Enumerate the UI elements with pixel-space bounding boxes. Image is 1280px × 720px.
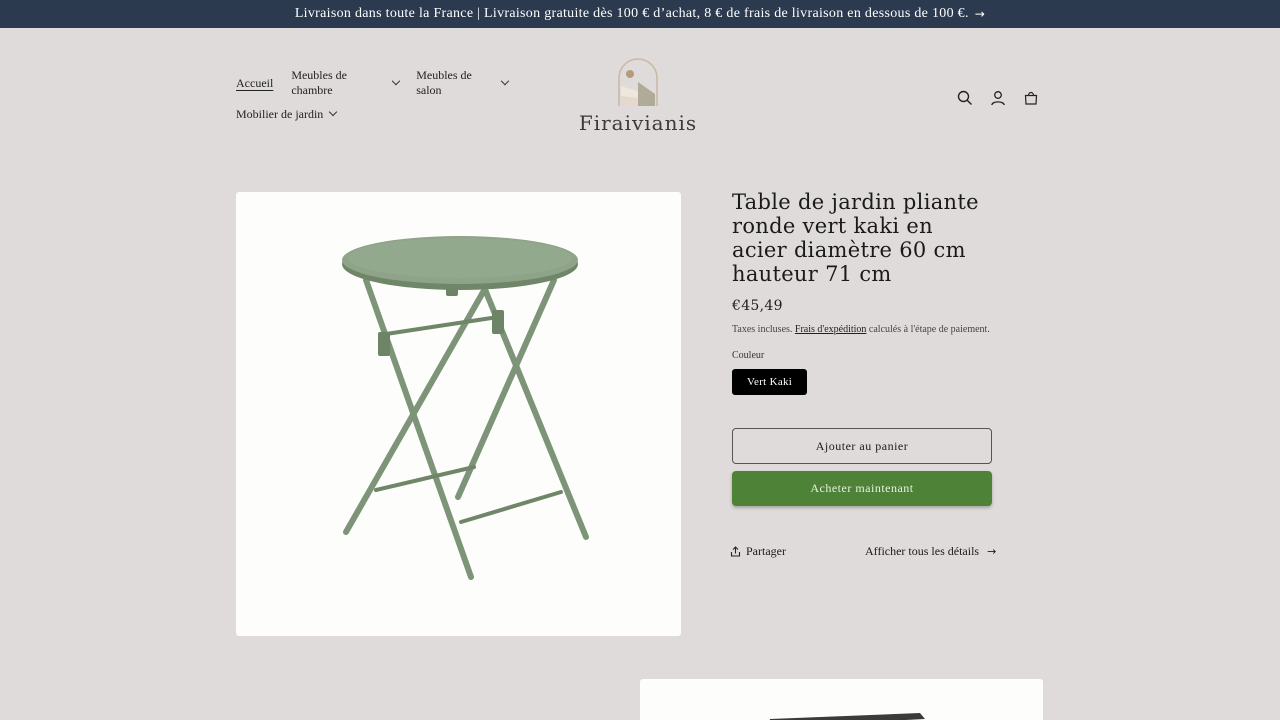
chevron-down-icon <box>391 76 400 86</box>
arrow-right-icon: → <box>987 545 997 558</box>
main-nav: Accueil Meubles de chambre Meubles de sa… <box>236 68 526 132</box>
product-info: Table de jardin pliante ronde vert kaki … <box>732 190 994 395</box>
announcement-bar[interactable]: Livraison dans toute la France | Livrais… <box>0 0 1280 28</box>
nav-item-mobilier-de-jardin[interactable]: Mobilier de jardin <box>236 106 338 122</box>
nav-item-label: Mobilier de jardin <box>236 106 324 121</box>
logo-mark-icon <box>616 58 660 108</box>
search-icon[interactable] <box>955 88 975 108</box>
chevron-down-icon <box>501 76 510 86</box>
nav-item-label: Accueil <box>236 75 274 90</box>
color-option-vert-kaki[interactable]: Vert Kaki <box>732 369 808 395</box>
header-icons <box>955 88 1054 108</box>
logo-text: Firaivianis <box>578 111 698 135</box>
product-image[interactable] <box>236 192 681 636</box>
tax-prefix: Taxes incluses. <box>732 324 793 335</box>
details-label: Afficher tous les détails <box>865 544 980 558</box>
share-icon <box>730 546 741 557</box>
add-to-cart-button[interactable]: Ajouter au panier <box>732 428 992 464</box>
account-icon[interactable] <box>988 88 1008 108</box>
announcement-text: Livraison dans toute la France | Livrais… <box>294 6 969 21</box>
nav-item-accueil[interactable]: Accueil <box>236 76 273 91</box>
view-details-link[interactable]: Afficher tous les détails → <box>865 544 996 559</box>
shipping-link[interactable]: Frais d'expédition <box>795 324 867 335</box>
chevron-down-icon <box>329 107 338 117</box>
secondary-product-image[interactable] <box>640 679 1043 720</box>
nav-item-label: Meubles de salon <box>416 68 472 97</box>
share-label: Partager <box>746 544 786 558</box>
tax-note: Taxes incluses. Frais d'expédition calcu… <box>732 322 994 337</box>
share-button[interactable]: Partager <box>730 544 786 559</box>
product-price: €45,49 <box>732 298 783 314</box>
cart-icon[interactable] <box>1021 88 1041 108</box>
nav-item-label: Meubles de chambre <box>291 68 347 97</box>
color-label: Couleur <box>732 350 765 361</box>
nav-item-meubles-de-chambre[interactable]: Meubles de chambre <box>291 68 400 98</box>
nav-item-meubles-de-salon[interactable]: Meubles de salon <box>416 68 510 98</box>
site-logo[interactable]: Firaivianis <box>572 58 704 138</box>
product-title: Table de jardin pliante ronde vert kaki … <box>732 190 979 286</box>
arrow-right-icon: → <box>974 7 986 21</box>
tax-suffix: calculés à l'étape de paiement. <box>868 324 990 335</box>
buy-now-button[interactable]: Acheter maintenant <box>732 471 992 506</box>
